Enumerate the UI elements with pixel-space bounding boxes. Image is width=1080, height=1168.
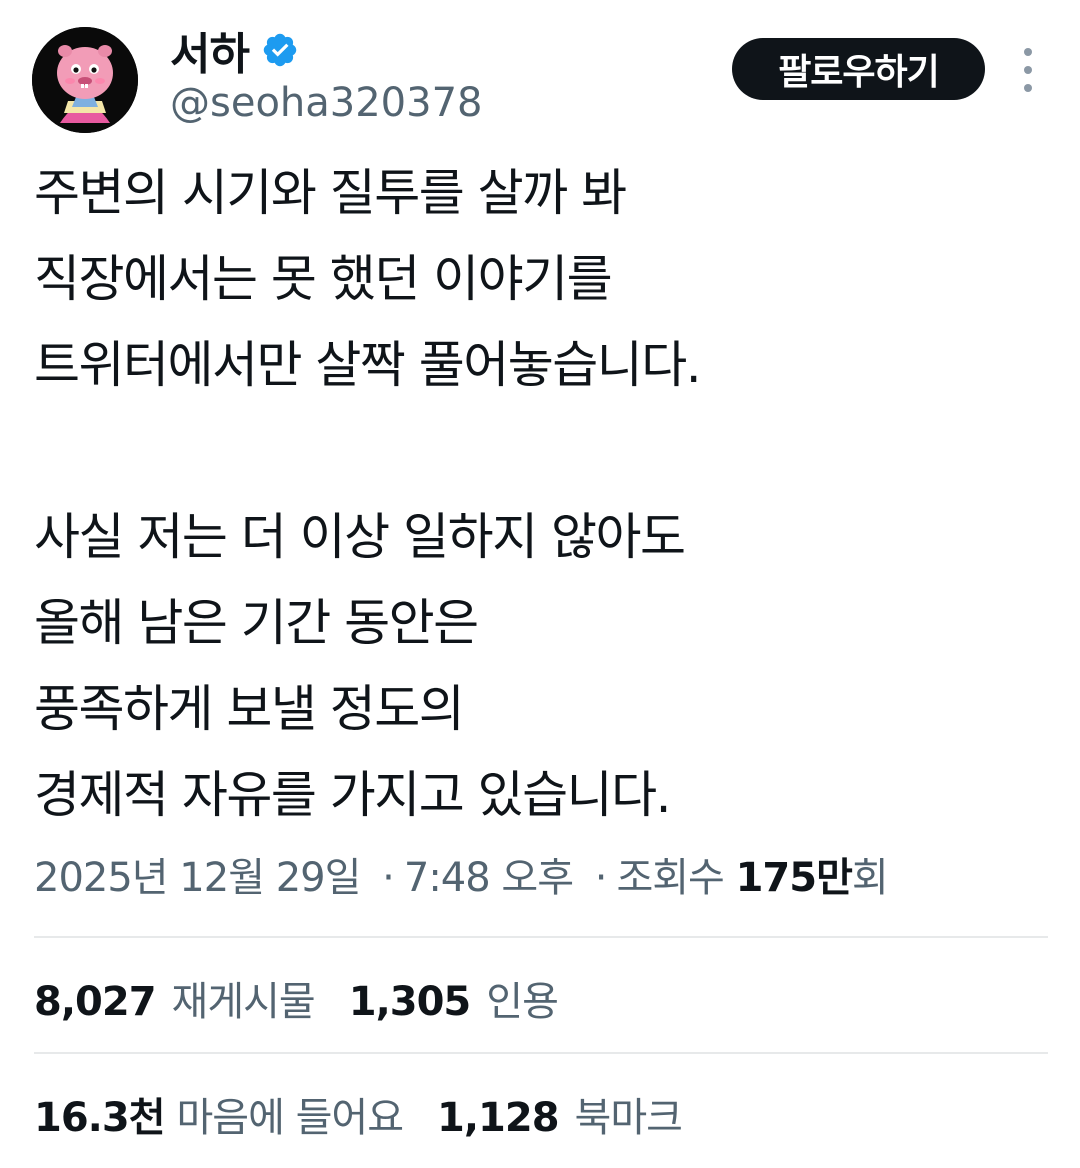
bookmarks-count: 1,128 xyxy=(437,1095,560,1141)
avatar-image xyxy=(32,27,138,133)
quotes-stat[interactable]: 1,305 인용 xyxy=(348,969,559,1027)
likes-label: 마음에 들어요 xyxy=(176,1095,405,1141)
likes-count: 16.3천 xyxy=(34,1095,165,1141)
follow-button[interactable]: 팔로우하기 xyxy=(732,38,985,100)
likes-stat[interactable]: 16.3천 마음에 들어요 xyxy=(34,1085,405,1143)
quotes-label: 인용 xyxy=(486,979,559,1025)
retweets-label: 재게시물 xyxy=(171,979,316,1025)
tweet-line: 직장에서는 못 했던 이야기를 xyxy=(34,250,613,308)
engagement-stats-row: 16.3천 마음에 들어요 1,128 북마크 xyxy=(34,1084,716,1144)
engagement-stats-row: 8,027 재게시물 1,305 인용 xyxy=(34,968,592,1028)
tweet-line: 올해 남은 기간 동안은 xyxy=(34,594,479,652)
tweet-line: 풍족하게 보낼 정도의 xyxy=(34,680,465,738)
views-suffix: 회 xyxy=(851,855,889,901)
bookmarks-stat[interactable]: 1,128 북마크 xyxy=(437,1085,683,1143)
meta-separator: · xyxy=(594,855,608,901)
divider xyxy=(34,1052,1048,1054)
quotes-count: 1,305 xyxy=(348,979,472,1025)
views-count[interactable]: 175만 xyxy=(736,855,853,901)
divider xyxy=(34,936,1048,938)
tweet-line: 주변의 시기와 질투를 살까 봐 xyxy=(34,164,627,222)
tweet-text: 주변의 시기와 질투를 살까 봐 직장에서는 못 했던 이야기를 트위터에서만 … xyxy=(34,150,1054,838)
bookmarks-label: 북마크 xyxy=(574,1095,683,1141)
more-dot xyxy=(1024,84,1032,92)
avatar[interactable] xyxy=(32,27,138,133)
views-label: 조회수 xyxy=(616,855,724,901)
tweet-line: 경제적 자유를 가지고 있습니다. xyxy=(34,766,672,824)
display-name[interactable]: 서하 xyxy=(170,18,250,82)
more-dot xyxy=(1024,66,1032,74)
tweet-header: 서하 @seoha320378 팔로우하기 xyxy=(0,0,1080,150)
tweet-time[interactable]: 7:48 오후 xyxy=(404,855,574,901)
more-dot xyxy=(1024,48,1032,56)
tweet-line: 트위터에서만 살짝 풀어놓습니다. xyxy=(34,336,702,394)
tweet-line: 사실 저는 더 이상 일하지 않아도 xyxy=(34,508,686,566)
retweets-stat[interactable]: 8,027 재게시물 xyxy=(34,969,316,1027)
more-vertical-icon[interactable] xyxy=(1010,48,1046,92)
author-name-row[interactable]: 서하 xyxy=(170,22,299,80)
verified-badge-icon xyxy=(261,31,299,69)
author-handle[interactable]: @seoha320378 xyxy=(170,80,482,126)
meta-separator: · xyxy=(382,855,395,901)
retweets-count: 8,027 xyxy=(34,979,157,1025)
tweet-meta: 2025년 12월 29일 · 7:48 오후 · 조회수 175만회 xyxy=(34,848,889,908)
tweet-date[interactable]: 2025년 12월 29일 xyxy=(34,855,361,901)
